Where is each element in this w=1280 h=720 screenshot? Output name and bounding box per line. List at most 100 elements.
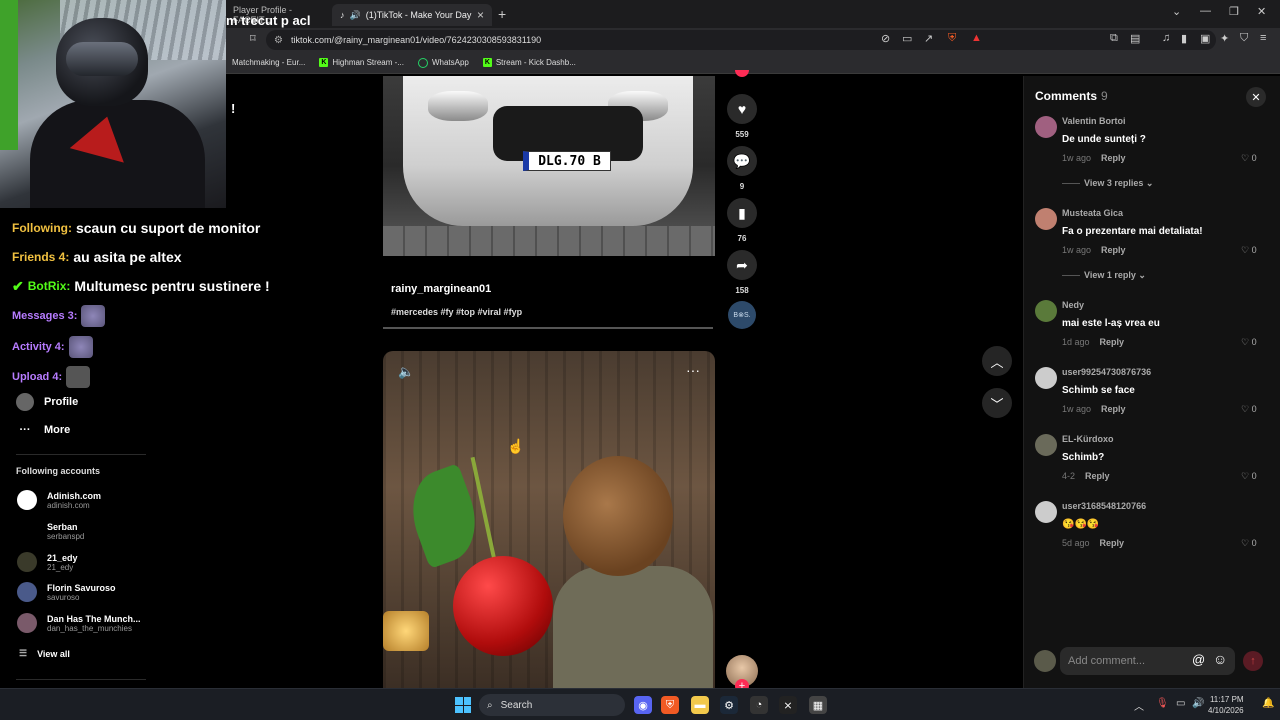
- mention-icon[interactable]: @: [1192, 652, 1205, 667]
- taskbar-clock[interactable]: 11:17 PM 4/10/2026: [1208, 694, 1244, 716]
- avatar[interactable]: [1035, 208, 1057, 230]
- app-icon[interactable]: ⨯: [779, 696, 797, 714]
- comment-username[interactable]: Musteata Gica: [1062, 208, 1123, 218]
- share-icon[interactable]: ↗: [924, 32, 933, 45]
- brave-icon[interactable]: ⛨: [661, 696, 679, 714]
- more-options-icon[interactable]: ···: [686, 362, 700, 378]
- view-replies-button[interactable]: View 1 reply ⌄: [1062, 270, 1146, 281]
- bookmark-icon[interactable]: ⌑: [250, 32, 256, 45]
- taskbar-search[interactable]: ⌕ Search: [479, 694, 625, 716]
- close-comments-button[interactable]: ✕: [1246, 87, 1266, 107]
- follow-badge[interactable]: [735, 70, 749, 77]
- maximize-button[interactable]: ❐: [1229, 5, 1239, 18]
- comment-like-button[interactable]: ♡ 0: [1241, 404, 1257, 415]
- file-explorer-icon[interactable]: ▬: [691, 696, 709, 714]
- comment-like-button[interactable]: ♡ 0: [1241, 471, 1257, 482]
- comment-username[interactable]: Nedy: [1062, 300, 1084, 310]
- following-account[interactable]: Serban serbanspd: [17, 521, 84, 541]
- extensions-icon[interactable]: ⧉: [1110, 32, 1118, 45]
- menu-icon[interactable]: ≡: [1260, 32, 1266, 44]
- notification-icon[interactable]: 🔔: [1262, 698, 1274, 709]
- sidebar-icon[interactable]: ▮: [1181, 32, 1187, 45]
- view-all-link[interactable]: ☰ View all: [19, 648, 70, 659]
- comment-button[interactable]: 💬 9: [727, 146, 757, 191]
- media-icon[interactable]: ▭: [902, 32, 912, 45]
- tracking-icon[interactable]: ⊘: [881, 32, 890, 45]
- video-author[interactable]: rainy_marginean01: [391, 283, 491, 295]
- comment-input[interactable]: Add comment...: [1060, 647, 1235, 675]
- avatar[interactable]: [1035, 501, 1057, 523]
- reply-button[interactable]: Reply: [1101, 404, 1126, 414]
- volume-icon[interactable]: 🔊: [1192, 698, 1204, 709]
- bookmark-kick-dashboard[interactable]: K Stream - Kick Dashb...: [482, 58, 576, 67]
- video-progress-bar[interactable]: [383, 327, 713, 329]
- vpn-icon[interactable]: ⛉: [1240, 32, 1248, 45]
- comment-username[interactable]: Valentin Bortoi: [1062, 116, 1126, 126]
- minecraft-icon[interactable]: ▦: [809, 696, 827, 714]
- sidebar-item-profile[interactable]: Profile: [16, 393, 78, 411]
- bookmark-whatsapp[interactable]: WhatsApp: [417, 57, 469, 68]
- following-account[interactable]: 21_edy 21_edy: [17, 552, 78, 572]
- tray-chevron-icon[interactable]: ︿: [1134, 698, 1144, 713]
- tab-tiktok[interactable]: ♪ 🔊 (1)TikTok - Make Your Day ×: [332, 4, 492, 26]
- new-tab-button[interactable]: +: [498, 6, 506, 22]
- wallet-icon[interactable]: ▣: [1200, 32, 1210, 45]
- avatar[interactable]: [1035, 300, 1057, 322]
- save-button[interactable]: ▮ 76: [727, 198, 757, 243]
- reply-button[interactable]: Reply: [1100, 538, 1125, 548]
- close-tab-icon[interactable]: ×: [477, 8, 484, 22]
- reader-icon[interactable]: ▤: [1130, 32, 1140, 45]
- chevron-down-icon[interactable]: ⌄: [1172, 5, 1181, 18]
- send-comment-button[interactable]: ↑: [1243, 651, 1263, 671]
- music-disc[interactable]: B⊗S.: [728, 301, 756, 329]
- comment-like-button[interactable]: ♡ 0: [1241, 153, 1257, 164]
- music-icon[interactable]: ♫: [1162, 32, 1170, 44]
- video-hashtags[interactable]: #mercedes #fy #top #viral #fyp: [391, 307, 522, 317]
- microphone-icon[interactable]: 🎙: [1156, 698, 1169, 709]
- save-count: 76: [737, 234, 747, 243]
- chat-username: Upload 4:: [12, 371, 63, 383]
- faceit-icon[interactable]: ◔: [750, 696, 768, 714]
- comment-username[interactable]: user3168548120766: [1062, 501, 1146, 511]
- bookmark-highman[interactable]: K Highman Stream -...: [319, 58, 404, 67]
- leo-icon[interactable]: ✦: [1220, 32, 1229, 45]
- avatar[interactable]: [1035, 367, 1057, 389]
- comment-username[interactable]: user99254730876736: [1062, 367, 1151, 377]
- comment-like-button[interactable]: ♡ 0: [1241, 538, 1257, 549]
- reply-button[interactable]: Reply: [1101, 153, 1126, 163]
- brave-shield-icon[interactable]: ⛨: [948, 32, 956, 45]
- comment-like-button[interactable]: ♡ 0: [1241, 245, 1257, 256]
- avatar[interactable]: [1035, 116, 1057, 138]
- avatar[interactable]: [1035, 434, 1057, 456]
- brave-rewards-icon[interactable]: ▲: [971, 32, 982, 44]
- chat-message: Following: scaun cu suport de monitor: [12, 217, 260, 239]
- reply-button[interactable]: Reply: [1101, 245, 1126, 255]
- steam-icon[interactable]: ⚙: [720, 696, 738, 714]
- minimize-button[interactable]: —: [1200, 5, 1211, 17]
- windows-start-icon[interactable]: [455, 697, 471, 713]
- reply-button[interactable]: Reply: [1100, 337, 1125, 347]
- video-player-current[interactable]: [383, 351, 715, 691]
- network-icon[interactable]: ▭: [1176, 698, 1185, 709]
- emoji-icon[interactable]: ☺: [1213, 651, 1227, 667]
- reply-button[interactable]: Reply: [1085, 471, 1110, 481]
- video-player-previous[interactable]: DLG.70 B: [383, 76, 715, 256]
- next-video-button[interactable]: ﹀: [982, 388, 1012, 418]
- site-settings-icon[interactable]: ⚙: [274, 35, 283, 46]
- volume-icon[interactable]: 🔈: [398, 364, 414, 380]
- bookmark-matchmaking[interactable]: Matchmaking - Eur...: [232, 58, 305, 67]
- like-button[interactable]: ♥ 559: [727, 94, 757, 139]
- following-account[interactable]: Florin Savuroso savuroso: [17, 582, 116, 602]
- following-account[interactable]: Dan Has The Munch... dan_has_the_munchie…: [17, 613, 141, 633]
- share-button[interactable]: ➦ 158: [727, 250, 757, 295]
- url-field[interactable]: ⚙ tiktok.com/@rainy_marginean01/video/76…: [266, 30, 1216, 50]
- following-account[interactable]: Adinish.com adinish.com: [17, 490, 101, 510]
- sidebar-item-more[interactable]: ··· More: [16, 424, 71, 436]
- view-replies-button[interactable]: View 3 replies ⌄: [1062, 178, 1153, 189]
- close-window-button[interactable]: ✕: [1257, 5, 1266, 18]
- previous-video-button[interactable]: ︿: [982, 346, 1012, 376]
- like-count: 0: [1251, 245, 1257, 255]
- comment-username[interactable]: EL-Kürdoxo: [1062, 434, 1114, 444]
- comment-like-button[interactable]: ♡ 0: [1241, 337, 1257, 348]
- discord-icon[interactable]: ◉: [634, 696, 652, 714]
